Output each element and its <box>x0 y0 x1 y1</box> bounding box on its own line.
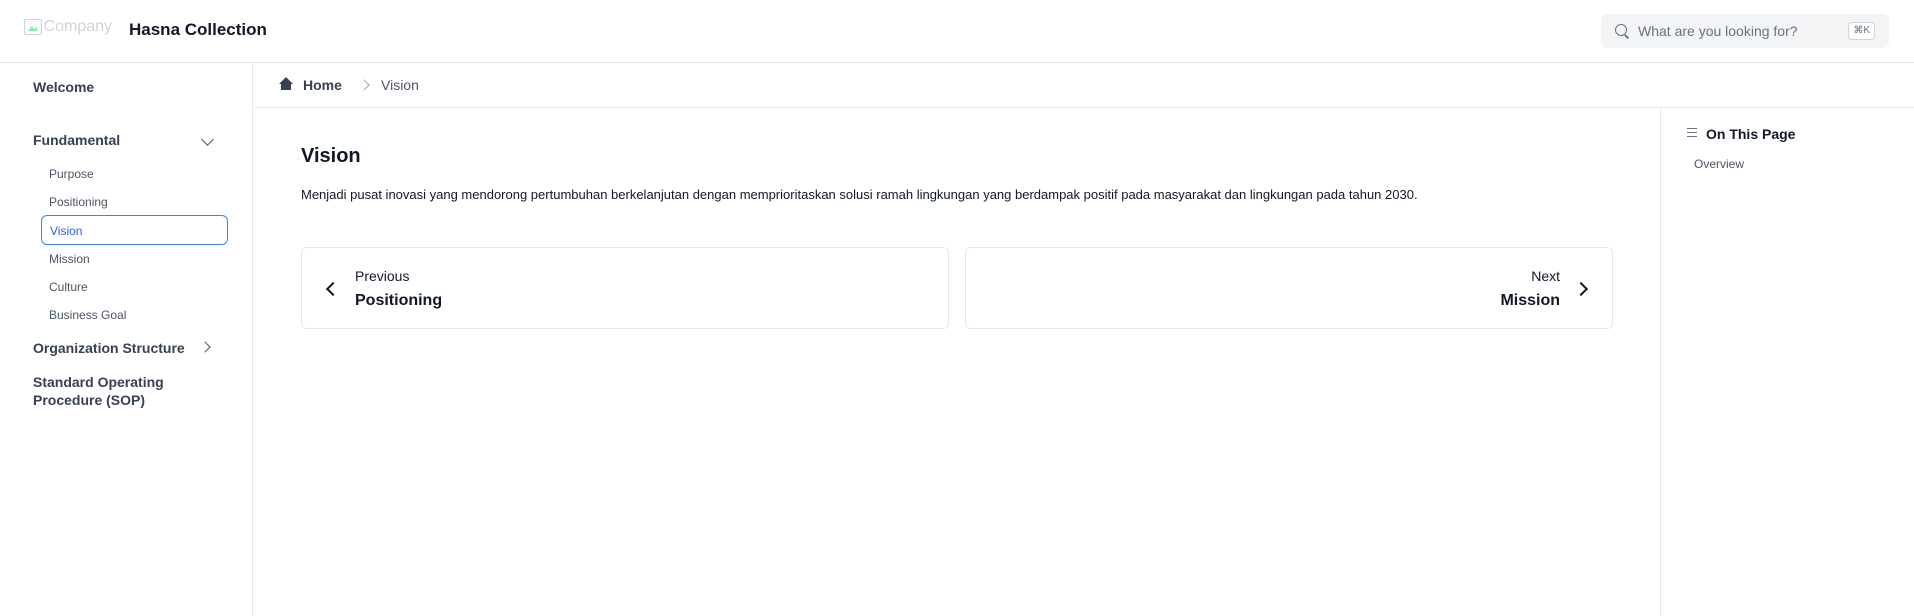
sidebar-item-mission[interactable]: Mission <box>49 252 90 266</box>
search-icon <box>1614 23 1630 39</box>
sidebar-item-culture[interactable]: Culture <box>49 280 88 294</box>
search-box[interactable]: What are you looking for? ⌘K <box>1601 14 1889 48</box>
chevron-left-icon <box>325 281 341 297</box>
toc-title: On This Page <box>1706 126 1796 142</box>
sidebar-item-business-goal[interactable]: Business Goal <box>49 308 126 322</box>
search-shortcut-badge: ⌘K <box>1848 22 1875 40</box>
page-title: Vision <box>301 145 361 167</box>
chevron-right-icon <box>358 79 370 91</box>
list-icon <box>1687 128 1697 137</box>
previous-title: Positioning <box>355 292 443 309</box>
breadcrumb-current: Vision <box>381 77 419 93</box>
sidebar-item-purpose[interactable]: Purpose <box>49 167 94 181</box>
next-title: Mission <box>1500 292 1560 309</box>
toc-item-overview[interactable]: Overview <box>1694 157 1744 171</box>
home-icon[interactable] <box>279 77 293 91</box>
sidebar-item-organization-structure[interactable]: Organization Structure <box>33 340 185 356</box>
main-content: Vision Menjadi pusat inovasi yang mendor… <box>254 108 1660 616</box>
sidebar-item-label: Vision <box>50 224 83 238</box>
logo-alt-text: Company <box>43 18 112 35</box>
chevron-down-icon[interactable] <box>201 133 214 146</box>
search-placeholder: What are you looking for? <box>1638 23 1798 39</box>
next-caption: Next <box>1531 268 1560 284</box>
breadcrumb: Home Vision <box>254 63 1914 108</box>
breadcrumb-home[interactable]: Home <box>303 77 342 93</box>
sidebar-item-welcome[interactable]: Welcome <box>33 79 94 95</box>
sidebar-item-sop-line1[interactable]: Standard Operating <box>33 374 164 390</box>
top-bar: Company Hasna Collection What are you lo… <box>0 0 1914 63</box>
sidebar-item-fundamental[interactable]: Fundamental <box>33 132 120 148</box>
next-page-card[interactable]: Next Mission <box>965 247 1613 329</box>
sidebar-item-sop-line2[interactable]: Procedure (SOP) <box>33 392 145 408</box>
page-description: Menjadi pusat inovasi yang mendorong per… <box>301 187 1418 202</box>
brand-name[interactable]: Hasna Collection <box>129 20 267 40</box>
previous-caption: Previous <box>355 268 410 284</box>
chevron-right-icon[interactable] <box>199 341 211 353</box>
sidebar: Welcome Fundamental Purpose Positioning … <box>0 63 253 616</box>
company-logo[interactable]: Company <box>24 16 112 38</box>
chevron-right-icon <box>1573 281 1589 297</box>
sidebar-item-positioning[interactable]: Positioning <box>49 195 108 209</box>
broken-image-icon <box>24 19 42 35</box>
table-of-contents: On This Page Overview <box>1660 108 1914 616</box>
previous-page-card[interactable]: Previous Positioning <box>301 247 949 329</box>
sidebar-item-vision[interactable]: Vision <box>41 215 228 245</box>
